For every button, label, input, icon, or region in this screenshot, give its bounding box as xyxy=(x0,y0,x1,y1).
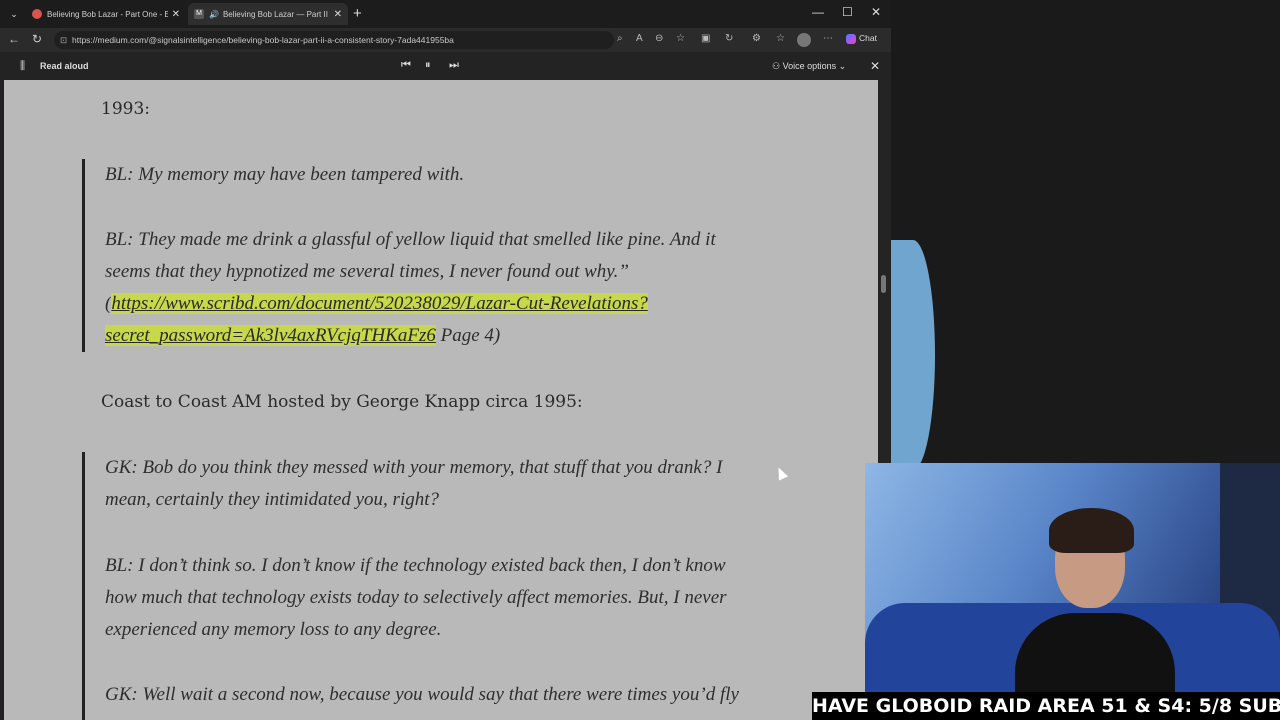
tab-title: Believing Bob Lazar — Part II xyxy=(222,9,328,19)
quote-line: how much that technology exists today to… xyxy=(105,587,727,608)
year-heading: 1993: xyxy=(101,99,150,119)
scrollbar-thumb[interactable] xyxy=(881,275,886,293)
pause-icon[interactable]: ⏸ xyxy=(425,59,431,72)
url-text: https://medium.com/@signalsintelligence/… xyxy=(72,35,454,45)
extension-icon[interactable]: ⚙ xyxy=(752,33,761,44)
close-tab-icon[interactable]: ✕ xyxy=(334,9,342,20)
close-read-aloud-icon[interactable]: ✕ xyxy=(870,59,880,73)
medium-favicon-icon: M xyxy=(194,9,204,19)
close-window-button[interactable]: ✕ xyxy=(871,5,881,19)
minimize-button[interactable]: — xyxy=(812,5,824,19)
quote-line: GK: Bob do you think they messed with yo… xyxy=(105,457,723,478)
speaker-icon: 🔊 xyxy=(209,9,219,19)
scribd-link[interactable]: secret_password=Ak3lv4axRVcjqTHKaFz6 xyxy=(105,325,436,346)
coast-heading: Coast to Coast AM hosted by George Knapp… xyxy=(101,392,583,412)
read-aloud-icon[interactable]: A xyxy=(636,33,643,44)
more-menu-icon[interactable]: ⋯ xyxy=(823,33,833,44)
extension-icon[interactable]: ▣ xyxy=(701,33,710,44)
tab-actions-menu[interactable]: ⌄ xyxy=(6,6,22,22)
maximize-button[interactable]: ☐ xyxy=(842,5,853,19)
refresh-button[interactable]: ↻ xyxy=(32,32,42,46)
medium-favicon-icon xyxy=(32,9,42,19)
tab-part-two[interactable]: M 🔊 Believing Bob Lazar — Part II ✕ xyxy=(188,3,348,25)
tab-strip: ⌄ Believing Bob Lazar - Part One - E ✕ M… xyxy=(0,0,891,28)
quote-line: experienced any memory loss to any degre… xyxy=(105,619,442,640)
favorite-star-icon[interactable]: ☆ xyxy=(676,33,685,44)
voice-options-button[interactable]: ⚇ Voice options ⌄ xyxy=(772,61,846,72)
read-aloud-icon: ⫼ xyxy=(20,60,26,72)
profile-avatar-icon[interactable] xyxy=(797,33,811,47)
quote-citation: (https://www.scribd.com/document/5202380… xyxy=(105,293,648,314)
url-field[interactable]: ⊡ https://medium.com/@signalsintelligenc… xyxy=(54,31,614,49)
webcam-overlay xyxy=(865,463,1280,692)
tab-title: Believing Bob Lazar - Part One - E xyxy=(47,9,168,19)
voice-icon: ⚇ xyxy=(772,61,783,71)
previous-icon[interactable]: ⏮ xyxy=(401,59,411,72)
blockquote-bar xyxy=(82,452,85,720)
blockquote-bar xyxy=(82,159,85,352)
quote-line: BL: My memory may have been tampered wit… xyxy=(105,164,465,185)
close-tab-icon[interactable]: ✕ xyxy=(172,9,180,20)
copilot-icon xyxy=(846,33,856,44)
copilot-chat-button[interactable]: Chat xyxy=(846,33,877,44)
quote-line: seems that they hypnotized me several ti… xyxy=(105,261,629,282)
new-tab-button[interactable]: + xyxy=(353,5,362,22)
quote-line: BL: They made me drink a glassful of yel… xyxy=(105,229,716,250)
read-aloud-bar: ⫼ Read aloud ⏮ ⏸ ⏭ ⚇ Voice options ⌄ ✕ xyxy=(0,52,891,80)
webcam-person-body xyxy=(1015,613,1175,692)
webcam-person-hair xyxy=(1049,508,1134,553)
tab-part-one[interactable]: Believing Bob Lazar - Part One - E ✕ xyxy=(26,3,186,25)
scribd-link[interactable]: https://www.scribd.com/document/52023802… xyxy=(111,293,648,314)
desktop-decoration xyxy=(891,240,935,470)
quote-citation: secret_password=Ak3lv4axRVcjqTHKaFz6 Pag… xyxy=(105,325,501,346)
article-content: 1993: BL: My memory may have been tamper… xyxy=(4,80,878,720)
zoom-icon[interactable]: ⌕ xyxy=(617,33,623,44)
extension-icon[interactable]: ⊖ xyxy=(655,33,663,44)
refresh-extension-icon[interactable]: ↻ xyxy=(725,33,733,44)
address-bar: ← ↻ ⊡ https://medium.com/@signalsintelli… xyxy=(0,28,891,52)
next-icon[interactable]: ⏭ xyxy=(449,59,459,72)
favorites-icon[interactable]: ☆ xyxy=(776,33,785,44)
read-aloud-label: Read aloud xyxy=(40,61,89,71)
site-info-icon[interactable]: ⊡ xyxy=(60,31,67,49)
quote-line: mean, certainly they intimidated you, ri… xyxy=(105,489,440,510)
quote-line: BL: I don’t think so. I don’t know if th… xyxy=(105,555,726,576)
back-button[interactable]: ← xyxy=(8,32,20,46)
browser-window: ⌄ Believing Bob Lazar - Part One - E ✕ M… xyxy=(0,0,891,720)
stream-goal-banner: HAVE GLOBOID RAID AREA 51 & S4: 5/8 SUBS xyxy=(812,692,1280,720)
quote-line: GK: Well wait a second now, because you … xyxy=(105,684,739,705)
